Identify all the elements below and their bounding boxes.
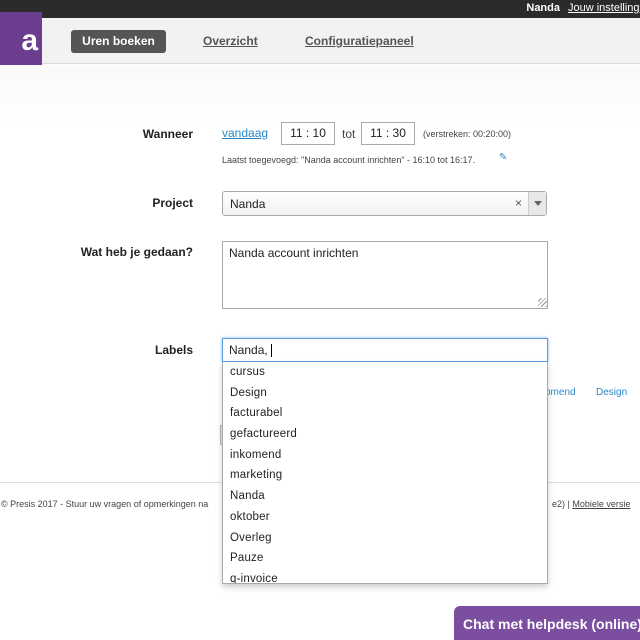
autocomplete-option[interactable]: Pauze [223, 548, 547, 569]
wanneer-label: Wanneer [142, 127, 193, 141]
autocomplete-option[interactable]: gefactureerd [223, 424, 547, 445]
last-added-note: Laatst toegevoegd: "Nanda account inrich… [222, 155, 476, 165]
labels-autocomplete-list: cursus Design facturabel gefactureerd inkome… [222, 362, 548, 584]
time-to-input[interactable]: 11 : 30 [361, 122, 415, 145]
footer-right: e2) | Mobiele versie [552, 499, 630, 509]
autocomplete-option[interactable]: cursus [223, 362, 547, 383]
autocomplete-option[interactable]: marketing [223, 465, 547, 486]
description-textarea[interactable]: Nanda account inrichten [222, 241, 548, 309]
labels-input[interactable]: Nanda, [222, 338, 548, 362]
project-select[interactable]: Nanda × [222, 191, 547, 216]
clear-icon[interactable]: × [515, 196, 522, 210]
top-bar: Nanda Jouw instellingen [0, 0, 640, 18]
resize-handle-icon[interactable] [538, 298, 547, 307]
project-value: Nanda [230, 197, 266, 211]
autocomplete-option[interactable]: facturabel [223, 403, 547, 424]
autocomplete-option[interactable]: Nanda [223, 486, 547, 507]
autocomplete-option[interactable]: inkomend [223, 445, 547, 466]
labels-value: Nanda, [229, 343, 268, 357]
header: a Uren boeken Overzicht Configuratiepane… [0, 12, 640, 70]
nav-overzicht[interactable]: Overzicht [203, 30, 258, 53]
mobile-version-link[interactable]: Mobiele versie [572, 499, 630, 509]
tot-text: tot [342, 127, 356, 141]
autocomplete-option[interactable]: Design [223, 383, 547, 404]
project-label: Project [152, 196, 193, 210]
time-from-input[interactable]: 11 : 10 [281, 122, 335, 145]
chat-helpdesk-button[interactable]: Chat met helpdesk (online) [454, 606, 640, 640]
text-caret [270, 344, 272, 358]
tag-suggestion-design[interactable]: Design [596, 387, 627, 398]
footer-right-text: e2) | [552, 499, 570, 509]
autocomplete-option[interactable]: q-invoice [223, 569, 547, 583]
dropdown-toggle[interactable] [528, 192, 546, 215]
gedaan-label: Wat heb je gedaan? [80, 245, 193, 259]
date-link[interactable]: vandaag [222, 126, 268, 140]
nav-uren-boeken[interactable]: Uren boeken [71, 30, 166, 53]
pencil-icon[interactable]: ✎ [499, 152, 507, 163]
current-user: Nanda [526, 2, 560, 14]
autocomplete-option[interactable]: oktober [223, 507, 547, 528]
footer-copyright: © Presis 2017 - Stuur uw vragen of opmer… [1, 499, 209, 509]
brand-logo[interactable]: a [0, 12, 42, 70]
chevron-down-icon [534, 201, 542, 206]
autocomplete-option[interactable]: Overleg [223, 528, 547, 549]
settings-link[interactable]: Jouw instellingen [568, 2, 640, 14]
elapsed-time: (verstreken: 00:20:00) [423, 129, 512, 139]
nav-configuratiepaneel[interactable]: Configuratiepaneel [305, 30, 414, 53]
labels-label: Labels [154, 343, 193, 357]
